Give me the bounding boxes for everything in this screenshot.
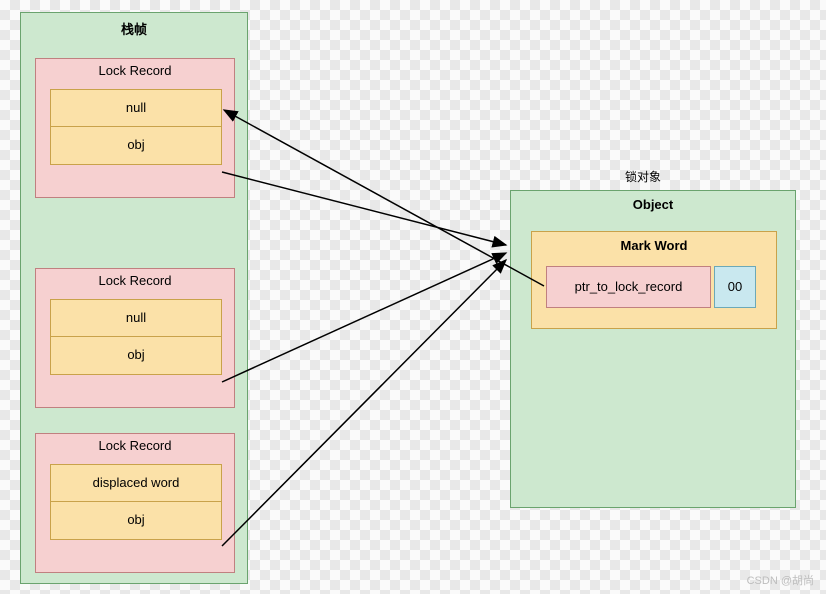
lock-flag-bits: 00 <box>714 266 756 308</box>
lock-record-3-cell-obj: obj <box>50 502 222 540</box>
lock-record-3-cell-displaced: displaced word <box>50 464 222 502</box>
lock-record-3: Lock Record displaced word obj <box>35 433 235 573</box>
lock-record-1-cell-null: null <box>50 89 222 127</box>
lock-record-2: Lock Record null obj <box>35 268 235 408</box>
mark-word: Mark Word ptr_to_lock_record 00 <box>531 231 777 329</box>
ptr-to-lock-record: ptr_to_lock_record <box>546 266 711 308</box>
lock-record-2-cell-obj: obj <box>50 337 222 375</box>
diagram-root: 栈帧 Lock Record null obj Lock Record null… <box>0 0 826 594</box>
watermark: CSDN @胡尚 <box>747 572 814 588</box>
object-box: Object Mark Word ptr_to_lock_record 00 <box>510 190 796 508</box>
lock-record-1-label: Lock Record <box>36 59 234 82</box>
mark-word-title: Mark Word <box>532 232 776 257</box>
lock-record-2-cell-null: null <box>50 299 222 337</box>
lock-record-2-label: Lock Record <box>36 269 234 292</box>
lock-record-3-label: Lock Record <box>36 434 234 457</box>
lock-record-1-cell-obj: obj <box>50 127 222 165</box>
object-title: Object <box>511 191 795 216</box>
lock-record-1: Lock Record null obj <box>35 58 235 198</box>
stack-frame: 栈帧 Lock Record null obj Lock Record null… <box>20 12 248 584</box>
lock-object-caption: 锁对象 <box>625 168 661 185</box>
stack-frame-title: 栈帧 <box>21 13 247 42</box>
